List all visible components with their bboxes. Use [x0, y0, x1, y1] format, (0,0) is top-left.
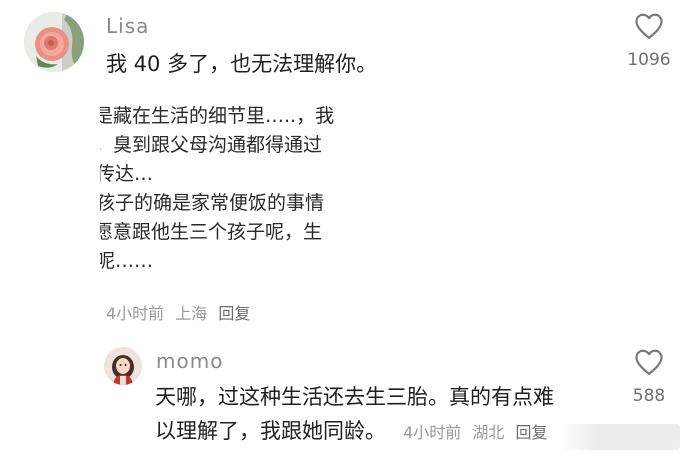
- heart-outline-icon: [635, 349, 663, 375]
- avatar-momo-image: [104, 347, 142, 385]
- avatar-momo[interactable]: [104, 347, 142, 385]
- reply-time: 4小时前: [403, 423, 462, 442]
- quote-line: 愿意跟他生三个孩子呢，生: [100, 221, 323, 243]
- comment-reply-button[interactable]: 回复: [218, 304, 250, 323]
- comment-meta: 4小时前 上海 回复: [106, 300, 250, 324]
- reply-text-line2-row: 以理解了，我跟她同龄。 4小时前 湖北 回复: [155, 414, 548, 448]
- quote-line: 是藏在生活的细节里…..，我: [100, 105, 335, 127]
- reply-location: 湖北: [472, 423, 505, 442]
- reply-reply-button[interactable]: 回复: [515, 423, 547, 442]
- avatar-lisa-image: [24, 12, 84, 72]
- reply-like-count: 588: [632, 386, 666, 406]
- quote-line: 呢……: [100, 250, 154, 272]
- quote-line-text: 臭到跟父母沟通都得通过: [113, 134, 323, 156]
- comment-like-count: 1096: [627, 50, 671, 70]
- comment-username[interactable]: Lisa: [106, 14, 149, 38]
- comment-time: 4小时前: [106, 304, 165, 323]
- reply-text-line2: 以理解了，我跟她同龄。: [155, 419, 386, 443]
- quote-line: 传达…: [100, 163, 154, 185]
- heart-outline-icon: [635, 13, 663, 39]
- quote-line: 孩子的确是家常便饭的事情: [100, 192, 325, 214]
- comment-location: 上海: [175, 304, 208, 323]
- reply-text-line1: 天哪，过这种生活还去生三胎。真的有点难: [155, 385, 554, 409]
- quoted-image-text: 是藏在生活的细节里…..，我 ，臭到跟父母沟通都得通过 传达… 孩子的确是家常便…: [100, 102, 362, 290]
- quote-line-prefix: ，: [100, 134, 113, 156]
- reply-like-button[interactable]: 588: [624, 348, 674, 408]
- reply-username[interactable]: momo: [156, 349, 223, 373]
- comment-like-button[interactable]: 1096: [624, 12, 674, 72]
- quote-line: ，臭到跟父母沟通都得通过: [100, 131, 322, 160]
- avatar-lisa[interactable]: [24, 12, 84, 72]
- comment-text: 我 40 多了，也无法理解你。: [106, 52, 378, 76]
- watermark-overlay: [560, 424, 680, 450]
